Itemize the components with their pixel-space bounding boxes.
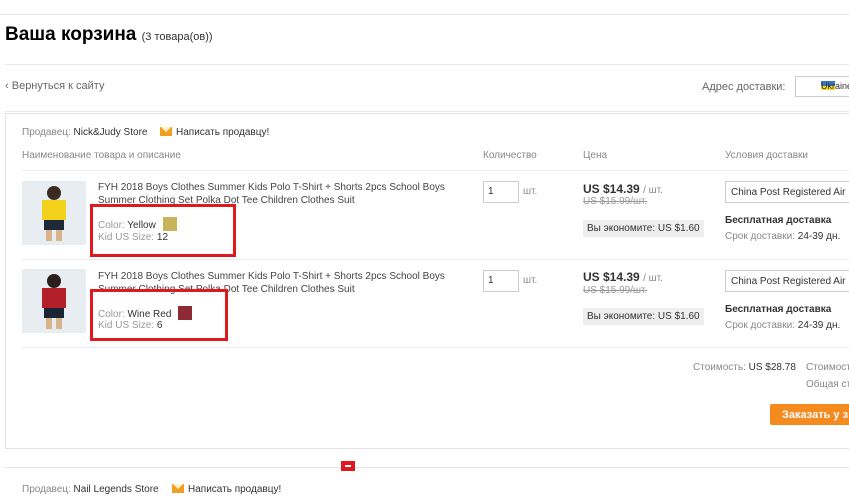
header-price: Цена (583, 150, 608, 161)
quantity-unit: шт. (523, 186, 538, 197)
cart-item-count: (3 товара(ов)) (141, 31, 213, 43)
savings-badge: Вы экономите: US $1.60 (583, 308, 704, 325)
item-price: US $14.39 / шт. (583, 270, 663, 284)
product-thumbnail[interactable] (22, 181, 86, 245)
envelope-icon (160, 127, 172, 136)
header-product: Наименование товара и описание (22, 150, 181, 161)
header-quantity: Количество (483, 150, 537, 161)
divider (5, 111, 849, 112)
seller-info: Продавец: Nail Legends Store (22, 484, 159, 495)
seller-label: Продавец: (22, 127, 71, 138)
delivery-method-select[interactable]: China Post Registered Air Mail (725, 181, 849, 203)
order-from-seller-button[interactable]: Заказать у з (770, 404, 849, 425)
delivery-time: Срок доставки: 24-39 дн. (725, 320, 841, 331)
old-price: US $15.99/шт. (583, 285, 648, 296)
collapse-icon[interactable] (341, 461, 355, 471)
country-value: Ukraine (821, 81, 849, 91)
item-price: US $14.39 / шт. (583, 182, 663, 196)
total-label: Общая сто (806, 379, 849, 390)
seller-name-link[interactable]: Nick&Judy Store (74, 127, 148, 138)
back-to-site-link[interactable]: ‹ Вернуться к сайту (5, 80, 104, 92)
free-shipping-label: Бесплатная доставка (725, 215, 832, 226)
product-thumbnail[interactable] (22, 269, 86, 333)
highlight-box (90, 289, 228, 341)
free-shipping-label: Бесплатная доставка (725, 304, 832, 315)
old-price: US $15.99/шт. (583, 196, 648, 207)
chevron-left-icon: ‹ (5, 80, 12, 92)
country-select[interactable]: Ukraine (795, 76, 849, 97)
quantity-input[interactable]: 1 (483, 270, 519, 292)
seller-label: Продавец: (22, 484, 71, 495)
delivery-time: Срок доставки: 24-39 дн. (725, 231, 841, 242)
row-divider (22, 347, 849, 348)
savings-badge: Вы экономите: US $1.60 (583, 220, 704, 237)
delivery-method-select[interactable]: China Post Registered Air Mail (725, 270, 849, 292)
contact-seller-link[interactable]: Написать продавцу! (160, 127, 269, 138)
top-divider (0, 14, 849, 15)
row-divider (22, 170, 849, 171)
subtotal: Стоимость: US $28.78 (693, 362, 796, 373)
highlight-box (90, 204, 236, 257)
shipping-cost-label: Стоимость (806, 362, 849, 373)
quantity-unit: шт. (523, 275, 538, 286)
seller-name-link[interactable]: Nail Legends Store (74, 484, 159, 495)
seller-info: Продавец: Nick&Judy Store (22, 127, 147, 138)
divider (5, 64, 849, 65)
divider (5, 467, 849, 468)
shipping-address-label: Адрес доставки: (702, 81, 786, 93)
page-title: Ваша корзина (3 товара(ов)) (5, 24, 213, 46)
envelope-icon (172, 484, 184, 493)
row-divider (22, 259, 849, 260)
cart-title: Ваша корзина (5, 24, 137, 45)
quantity-input[interactable]: 1 (483, 181, 519, 203)
header-delivery: Условия доставки (725, 150, 808, 161)
contact-seller-link[interactable]: Написать продавцу! (172, 484, 281, 495)
